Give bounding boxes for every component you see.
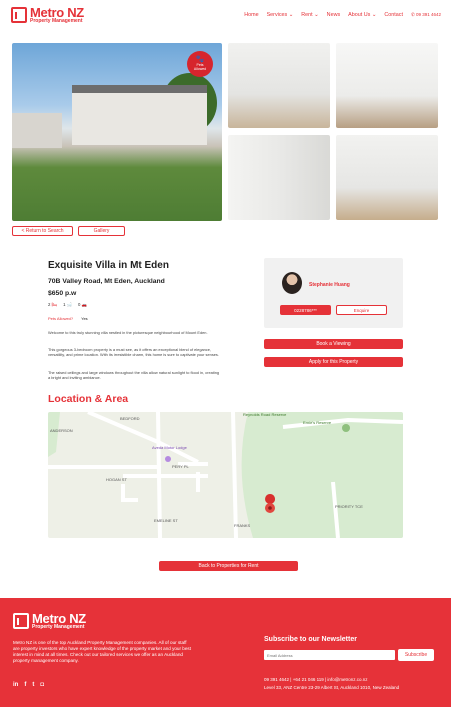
photo-house-side bbox=[12, 113, 62, 148]
map-label-emeline: EMELINE ST bbox=[154, 518, 178, 523]
bath-icon: 🛁 bbox=[66, 302, 73, 307]
header-phone[interactable]: ✆ 09 391 4642 bbox=[411, 12, 441, 18]
chevron-down-icon: ⌄ bbox=[370, 12, 377, 18]
map-label-reynolds: Reynolds Road Reserve bbox=[243, 412, 287, 417]
pets-label: Pets Allowed? bbox=[48, 316, 74, 321]
photo-bathroom[interactable] bbox=[228, 135, 330, 220]
pets-row: Pets Allowed? Yes bbox=[48, 316, 88, 321]
listing-features: 2 🛏 1 🛁 0 🚗 bbox=[48, 302, 87, 308]
nav-rent[interactable]: Rent ⌄ bbox=[301, 12, 318, 18]
book-viewing-button[interactable]: Book a Viewing bbox=[264, 339, 403, 349]
social-links: in f t ◘ bbox=[13, 682, 44, 688]
parking: 0 🚗 bbox=[78, 302, 87, 308]
site-header: Metro NZ Property Management Home Servic… bbox=[0, 0, 451, 34]
nav-home[interactable]: Home bbox=[244, 12, 258, 18]
agent-name: Stephanie Huang bbox=[309, 282, 350, 288]
brand-tagline: Property Management bbox=[30, 18, 83, 24]
agent-avatar bbox=[282, 272, 302, 294]
bed-icon: 🛏 bbox=[51, 302, 58, 307]
photo-kitchen[interactable] bbox=[228, 43, 330, 128]
map-label-aveda: Aveda Motor Lodge bbox=[152, 445, 188, 450]
parking-count: 0 bbox=[78, 302, 81, 307]
map-label-anderson: ANDERSON bbox=[50, 428, 73, 433]
bathrooms: 1 🛁 bbox=[63, 302, 72, 308]
linkedin-icon[interactable]: in bbox=[13, 682, 18, 688]
photo-bedroom[interactable] bbox=[336, 135, 438, 220]
bedrooms: 2 🛏 bbox=[48, 302, 57, 308]
map-label-priority: PRIORITY TCE bbox=[335, 504, 363, 509]
map-label-hogan: HOGAN ST bbox=[106, 477, 127, 482]
back-to-properties-button[interactable]: Back to Properties for Rent bbox=[159, 561, 298, 571]
nav-contact[interactable]: Contact bbox=[384, 12, 403, 18]
site-footer: Metro NZ Property Management Metro NZ is… bbox=[0, 598, 451, 707]
map-label-bedford: BEDFORD bbox=[120, 416, 140, 421]
footer-contact: 09 391 4642 | +64 21 046 119 | info@metr… bbox=[264, 676, 399, 691]
description-para-2: This gorgeous 3-bedroom property is a mu… bbox=[48, 347, 219, 358]
footer-address: Level 33, ANZ Centre 23-29 Albert St, Au… bbox=[264, 684, 400, 690]
map-label-ernie: Ernie's Reserve bbox=[303, 420, 332, 425]
return-to-search-button[interactable]: < Return to Search bbox=[12, 226, 73, 236]
agent-card: Stephanie Huang 0228786*** Enquire bbox=[264, 258, 403, 328]
car-icon: 🚗 bbox=[81, 302, 87, 307]
location-title: Location & Area bbox=[48, 393, 129, 405]
house-logo-icon bbox=[11, 7, 27, 23]
footer-logo[interactable]: Metro NZ Property Management bbox=[13, 612, 86, 630]
pets-allowed-badge: 🐾 Pets Allowed bbox=[187, 51, 213, 77]
location-map[interactable]: Reynolds Road Reserve Ernie's Reserve Av… bbox=[48, 412, 403, 538]
nav-about[interactable]: About Us ⌄ bbox=[348, 12, 376, 18]
map-label-franks: FRANKS bbox=[234, 523, 251, 528]
nav-rent-label: Rent bbox=[301, 12, 313, 18]
pets-value: Yes bbox=[81, 316, 88, 321]
header-phone-number: 09 391 4642 bbox=[415, 12, 441, 17]
brand-logo[interactable]: Metro NZ Property Management bbox=[11, 6, 84, 24]
footer-contact-line1[interactable]: 09 391 4642 | +64 21 046 119 | info@metr… bbox=[264, 676, 399, 684]
gallery-button[interactable]: Gallery bbox=[78, 226, 125, 236]
nav-about-label: About Us bbox=[348, 12, 371, 18]
bathrooms-count: 1 bbox=[63, 302, 66, 307]
newsletter-email-input[interactable] bbox=[264, 650, 395, 660]
map-label-pery: PERY PL bbox=[172, 464, 190, 469]
house-logo-icon bbox=[13, 613, 29, 629]
listing-price: $650 p.w bbox=[48, 290, 77, 297]
badge-line2: Allowed bbox=[193, 66, 207, 71]
subscribe-button[interactable]: Subscribe bbox=[398, 649, 434, 661]
photo-house bbox=[72, 85, 207, 145]
nav-news[interactable]: News bbox=[327, 12, 340, 18]
photo-room[interactable] bbox=[336, 43, 438, 128]
instagram-icon[interactable]: ◘ bbox=[40, 682, 44, 688]
newsletter-title: Subscribe to our Newsletter bbox=[264, 636, 357, 643]
enquire-button[interactable]: Enquire bbox=[336, 305, 387, 315]
chevron-down-icon: ⌄ bbox=[312, 12, 319, 18]
description-para-3: The raised ceilings and large windows th… bbox=[48, 370, 220, 381]
nav-services-label: Services bbox=[266, 12, 288, 18]
chevron-down-icon: ⌄ bbox=[287, 12, 294, 18]
listing-address: 70B Valley Road, Mt Eden, Auckland bbox=[48, 278, 165, 285]
listing-title: Exquisite Villa in Mt Eden bbox=[48, 260, 169, 271]
description-para-1: Welcome to this truly stunning villa nes… bbox=[48, 330, 208, 335]
footer-brand-tagline: Property Management bbox=[32, 624, 85, 630]
agent-phone-button[interactable]: 0228786*** bbox=[280, 305, 331, 315]
nav-services[interactable]: Services ⌄ bbox=[267, 12, 294, 18]
main-nav: Home Services ⌄ Rent ⌄ News About Us ⌄ C… bbox=[244, 12, 441, 18]
bedrooms-count: 2 bbox=[48, 302, 51, 307]
footer-description: Metro NZ is one of the top Auckland Prop… bbox=[13, 640, 191, 663]
facebook-icon[interactable]: f bbox=[24, 682, 26, 688]
gallery-actions: < Return to Search Gallery bbox=[12, 226, 125, 236]
twitter-icon[interactable]: t bbox=[32, 682, 34, 688]
apply-button[interactable]: Apply for this Property bbox=[264, 357, 403, 367]
